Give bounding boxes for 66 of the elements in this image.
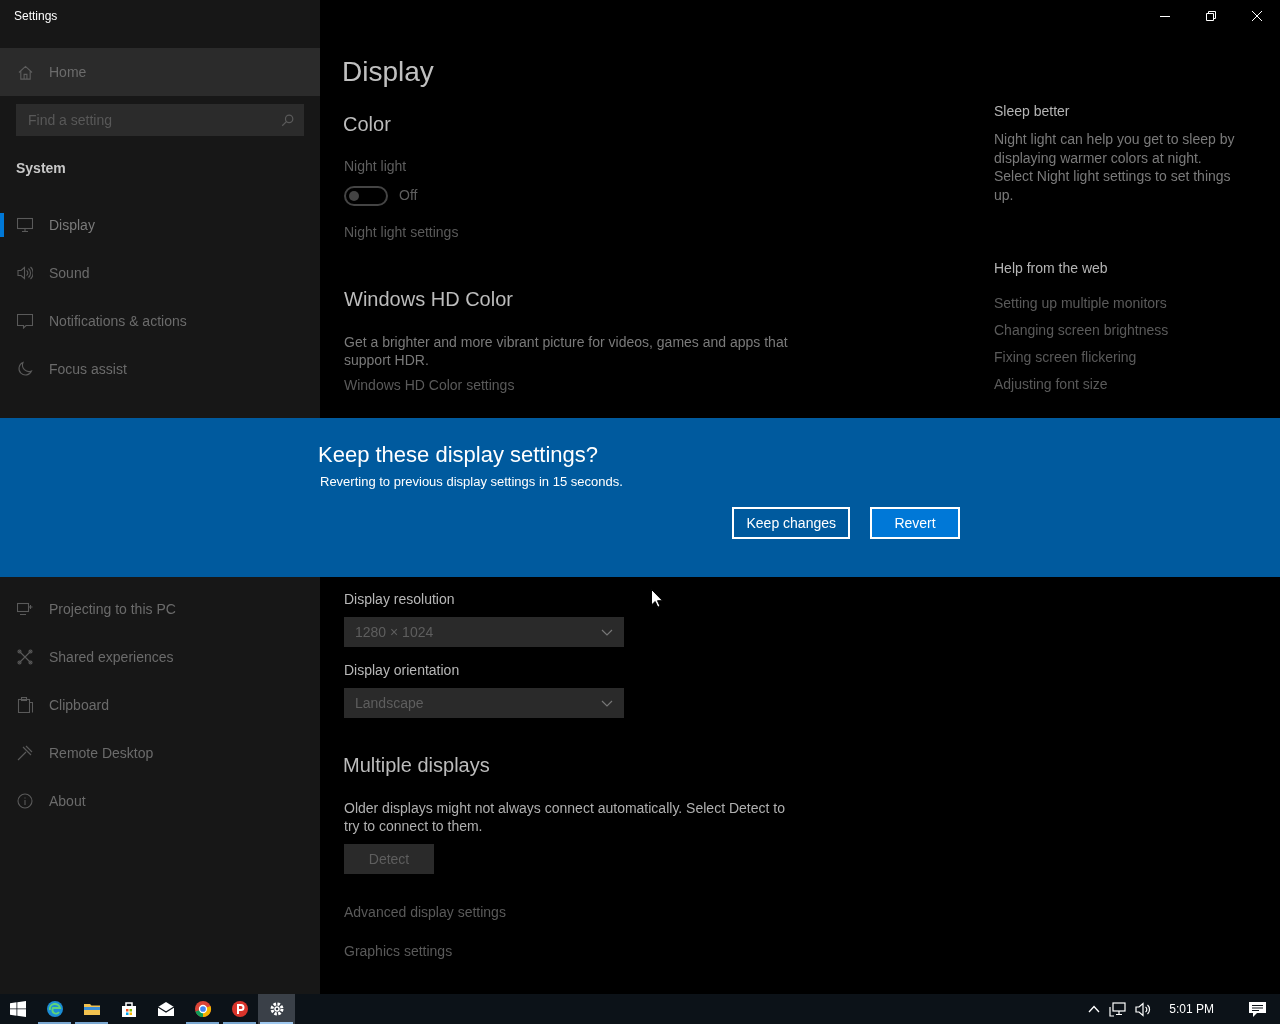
speaker-icon [17,265,33,281]
crossed-arrows-icon [17,649,33,665]
settings-link[interactable]: Graphics settings [344,941,453,961]
help-link[interactable]: Fixing screen flickering [994,347,1137,367]
clock-time[interactable]: 5:01 PM [1169,1000,1214,1018]
shopping-bag-icon [119,1000,138,1018]
moon-icon [17,361,33,377]
nav-item[interactable]: Display [0,201,320,249]
toggle-state: Off [399,186,418,205]
home-item[interactable]: Home [0,48,320,96]
restore-icon [1206,11,1216,21]
setting-label: Display orientation [344,661,460,680]
dialog-button[interactable]: Keep changes [732,507,850,539]
nav-item[interactable]: About [0,777,320,825]
section-heading: System [16,160,66,176]
night-light-toggle[interactable] [344,185,388,206]
description-text: Older displays might not always connect automatically. Select Detect to try to connect to them. [344,799,786,835]
display-icon [17,217,33,233]
nav-item[interactable]: Focus assist [0,345,320,393]
mouse-cursor-icon [651,589,663,608]
info-icon [17,793,33,809]
section-heading: Multiple displays [343,753,490,778]
windows-icon [10,1001,26,1017]
help-link[interactable]: Changing screen brightness [994,320,1169,340]
settings-link[interactable]: Advanced display settings [344,902,506,922]
edge-icon [45,1000,64,1018]
nav-item[interactable]: Notifications & actions [0,297,320,345]
envelope-icon [156,1000,175,1018]
nav-item[interactable]: Sound [0,249,320,297]
nav-item[interactable]: Shared experiences [0,633,320,681]
settings-link[interactable]: Windows HD Color settings [344,375,515,395]
chevron-down-icon [601,699,613,707]
chevron-down-icon [601,628,613,636]
help-link[interactable]: Adjusting font size [994,374,1108,394]
notification-icon[interactable] [1249,1001,1266,1017]
close-icon [1252,11,1262,21]
dialog-title: Keep these display settings? [318,441,600,469]
settings-link[interactable]: Night light settings [344,222,459,242]
setting-label: Display resolution [344,590,455,609]
section-heading: Color [343,112,391,137]
window-title: Settings [14,8,58,25]
dialog-button[interactable]: Revert [870,507,960,539]
message-icon [17,313,33,329]
browser-icon [193,1000,212,1018]
network-icon[interactable] [1109,1001,1127,1017]
tip-heading: Sleep better [994,102,1070,121]
projector-icon [17,601,33,617]
page-title: Display [342,55,434,89]
remote-icon [17,745,33,761]
taskbar-app-button[interactable] [258,994,295,1024]
help-heading: Help from the web [994,259,1108,278]
nav-item[interactable]: Projecting to this PC [0,585,320,633]
letter-p-icon [230,1000,249,1018]
nav-item[interactable]: Remote Desktop [0,729,320,777]
dialog-message: Reverting to previous display settings in 15 seconds. [320,473,624,491]
volume-icon[interactable] [1135,1001,1153,1017]
search-icon [281,114,294,127]
tip-text: Night light can help you get to sleep by displaying warmer colors at night. Select Night light settings to set things up. [994,130,1236,204]
description-text: Get a brighter and more vibrant picture for videos, games and apps that support HDR. [344,333,789,369]
home-icon [18,64,33,80]
chevron-up-icon[interactable] [1088,1005,1101,1013]
clipboard-icon [17,697,33,713]
setting-label: Night light [344,157,407,176]
section-heading: Windows HD Color [344,287,513,312]
nav-item[interactable]: Clipboard [0,681,320,729]
help-link[interactable]: Setting up multiple monitors [994,293,1167,313]
